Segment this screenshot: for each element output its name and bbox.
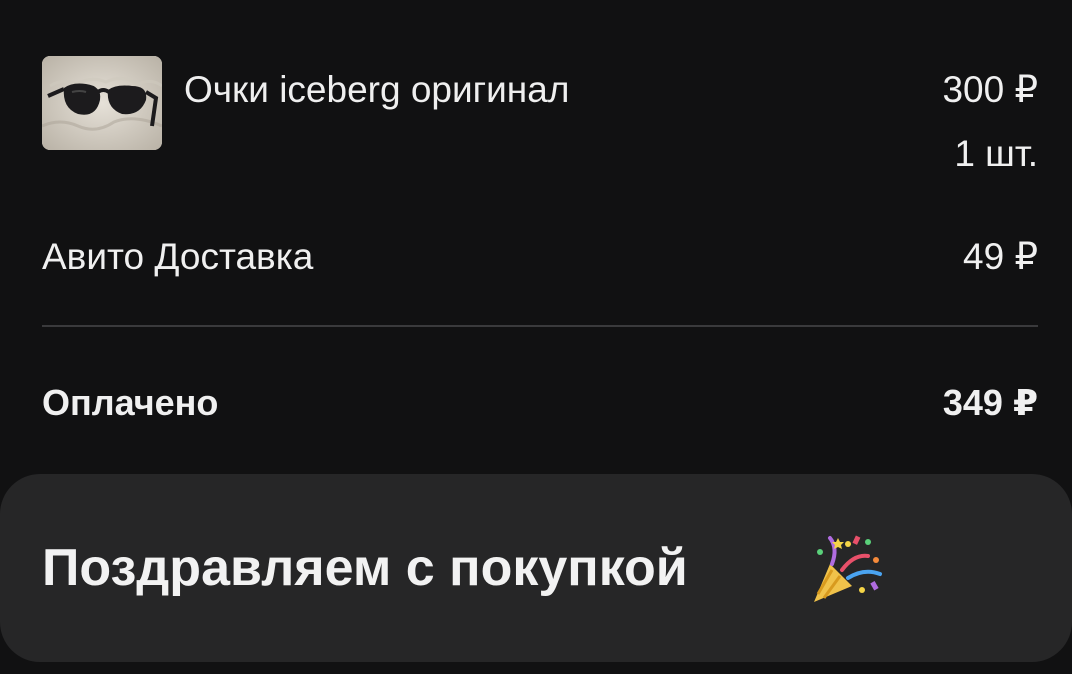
item-thumbnail[interactable] [42, 56, 162, 150]
delivery-row: Авито Доставка 49 ₽ [42, 234, 1038, 280]
total-row: Оплачено 349 ₽ [42, 380, 1038, 426]
congrats-text: Поздравляем с покупкой [42, 539, 688, 597]
delivery-label: Авито Доставка [42, 236, 314, 277]
delivery-price: 49 ₽ [963, 236, 1038, 277]
total-label: Оплачено [42, 382, 219, 423]
item-price: 300 ₽ [942, 69, 1038, 110]
order-item-row[interactable]: Очки iceberg оригинал 300 ₽ 1 шт. [42, 56, 1038, 176]
item-quantity: 1 шт. [954, 133, 1038, 174]
divider [42, 325, 1038, 327]
sunglasses-icon [42, 56, 162, 150]
total-amount: 349 ₽ [942, 382, 1038, 423]
party-popper-icon [814, 535, 882, 602]
item-title[interactable]: Очки iceberg оригинал [184, 68, 569, 112]
